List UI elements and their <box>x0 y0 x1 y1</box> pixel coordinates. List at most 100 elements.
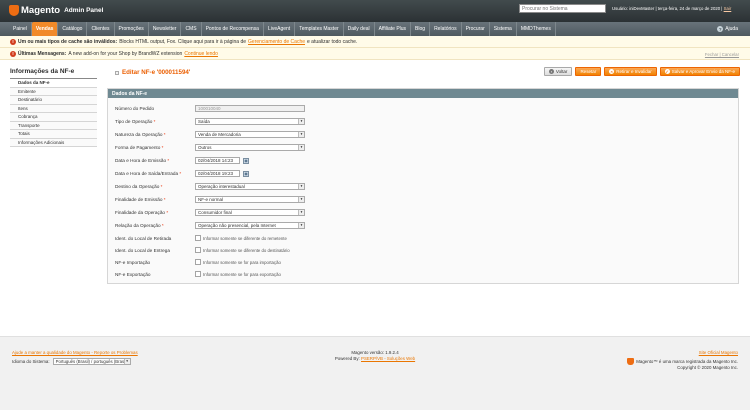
retirada-label: Ident. do Local de Retirada <box>115 235 172 241</box>
operation-type-value: Saída <box>198 119 210 124</box>
save-approve-button[interactable]: ✓ Salvar e Aprovar Envio da NF-e <box>659 67 740 76</box>
chevron-down-icon: ▾ <box>300 210 303 214</box>
operation-type-select[interactable]: Saída ▾ <box>195 118 305 125</box>
nav-item-vendas[interactable]: Vendas <box>31 22 59 36</box>
nav-item-mmdthemes[interactable]: MMDThemes <box>517 22 556 36</box>
message-actions[interactable]: Fechar | Cancelar <box>705 52 739 57</box>
tipo-label-text: Tipo de Operação <box>115 119 153 124</box>
logo-text: Magento <box>21 5 61 16</box>
nav-item-promocoes[interactable]: Promoções <box>115 22 149 36</box>
tipo-label: Tipo de Operação * <box>115 119 156 124</box>
calendar-icon[interactable]: ▦ <box>243 157 249 164</box>
nav-item-newsletter[interactable]: Newsletter <box>149 22 182 36</box>
invalidate-label: Retirar e Invalidar <box>616 69 652 74</box>
nav-item-blog[interactable]: Blog <box>411 22 431 36</box>
sidebar-item-totais[interactable]: Totais <box>10 130 97 139</box>
official-site-link[interactable]: Site Oficial Magento <box>699 350 738 355</box>
footer-right: Site Oficial Magento Magento™ é uma marc… <box>627 350 738 371</box>
nav-item-affiliate[interactable]: Affiliate Plus <box>375 22 412 36</box>
saida-label: Data e Hora de Saída/Entrada * <box>115 171 182 176</box>
calendar-icon[interactable]: ▦ <box>243 170 249 177</box>
continue-reading-link[interactable]: Continue lendo <box>184 51 218 57</box>
emissao-label: Data e Hora de Emissão * <box>115 158 170 163</box>
help-link[interactable]: ? Ajuda <box>717 26 738 32</box>
logout-link[interactable]: Sair <box>724 6 732 11</box>
finalidade-label-text: Finalidade de Emissão <box>115 197 163 202</box>
destino-label-text: Destino da Operação <box>115 184 160 189</box>
help-icon: ? <box>717 26 724 32</box>
nav-item-templates[interactable]: Templates Master <box>295 22 344 36</box>
sidebar-item-destinatario[interactable]: Destinatário <box>10 96 97 105</box>
reset-button[interactable]: Resetar <box>575 67 602 76</box>
row-saida: Data e Hora de Saída/Entrada * 02/04/201… <box>115 170 715 177</box>
trademark-line: Magento™ é uma marca registrada da Magen… <box>627 358 738 365</box>
operation-relation-select[interactable]: Operação não presencial, pela Internet ▾ <box>195 222 305 229</box>
latest-messages-title: Últimas Mensagens: <box>18 50 67 57</box>
cache-message: ! Um ou mais tipos de cache são inválido… <box>0 36 750 48</box>
row-relacao: Relação da Operação * Operação não prese… <box>115 222 715 229</box>
nav-item-procurar[interactable]: Procurar <box>462 22 490 36</box>
export-checkbox[interactable] <box>195 271 201 277</box>
relacao-label-text: Relação da Operação <box>115 223 161 228</box>
magento-logo-icon <box>627 358 635 365</box>
global-search-input[interactable] <box>519 4 606 13</box>
emissao-label-text: Data e Hora de Emissão <box>115 158 167 163</box>
nav-item-pontos[interactable]: Pontos de Recompensa <box>202 22 264 36</box>
nav-item-catalogo[interactable]: Catálogo <box>58 22 88 36</box>
row-importacao: NF-e Importação Informar somente se for … <box>115 259 715 265</box>
exit-date-input[interactable]: 02/04/2018 19:23 <box>195 170 240 177</box>
nfe-sidebar: Informações da NF-e Dados da NF-e Emiten… <box>10 68 97 147</box>
row-emissao: Data e Hora de Emissão * 02/04/2018 14:2… <box>115 157 715 164</box>
payment-form-select[interactable]: Outros ▾ <box>195 144 305 151</box>
nav-item-relatorios[interactable]: Relatórios <box>430 22 462 36</box>
header-bar: Magento Admin Panel Usuário: iniDevMaste… <box>0 0 750 22</box>
sidebar-item-dados[interactable]: Dados da NF-e <box>10 79 97 88</box>
latest-messages: ! Últimas Mensagens: A new add-on for yo… <box>0 48 750 60</box>
sidebar-item-emitente[interactable]: Emitente <box>10 87 97 96</box>
nav-item-painel[interactable]: Painel <box>9 22 32 36</box>
nav-item-sistema[interactable]: Sistema <box>490 22 517 36</box>
pickup-location-checkbox[interactable] <box>195 235 201 241</box>
back-icon: ‹ <box>548 69 554 74</box>
back-button[interactable]: ‹ Voltar <box>543 67 573 76</box>
delete-icon: × <box>609 69 615 74</box>
export-hint: Informar somente se for para exportação <box>203 271 281 277</box>
operation-nature-select[interactable]: Venda de Mercadoria ▾ <box>195 131 305 138</box>
emission-purpose-value: NF-e normal <box>198 197 224 202</box>
destination-value: Operação interestadual <box>198 184 245 189</box>
powered-by-link[interactable]: PSERP/VB - Soluções Web <box>361 356 415 361</box>
nav-item-dailydeal[interactable]: Daily deal <box>344 22 375 36</box>
cache-management-link[interactable]: Gerenciamento de Cache <box>248 39 305 45</box>
error-icon: ! <box>10 50 16 57</box>
operation-purpose-select[interactable]: Consumidor final ▾ <box>195 209 305 216</box>
reset-label: Resetar <box>580 69 597 74</box>
emission-purpose-select[interactable]: NF-e normal ▾ <box>195 196 305 203</box>
sidebar-item-informacoes[interactable]: Informações Adicionais <box>10 138 97 147</box>
sidebar-item-transporte[interactable]: Transporte <box>10 121 97 130</box>
invalidate-button[interactable]: × Retirar e Invalidar <box>604 67 657 76</box>
chevron-down-icon: ▾ <box>300 119 303 123</box>
nav-item-liveagent[interactable]: LiveAgent <box>264 22 296 36</box>
nav-item-clientes[interactable]: Clientes <box>87 22 115 36</box>
destination-select[interactable]: Operação interestadual ▾ <box>195 183 305 190</box>
help-label: Ajuda <box>725 26 738 32</box>
row-final: Finalidade da Operação * Consumidor fina… <box>115 209 715 216</box>
action-buttons: ‹ Voltar Resetar × Retirar e Invalidar ✓ Sa… <box>543 67 740 76</box>
magento-logo[interactable]: Magento Admin Panel <box>9 5 103 16</box>
main-nav: Painel Vendas Catálogo Clientes Promoçõe… <box>0 22 750 36</box>
pagamento-label-text: Forma de Pagamento <box>115 145 161 150</box>
sidebar-item-cobranca[interactable]: Cobrança <box>10 113 97 122</box>
chevron-down-icon: ▾ <box>300 197 303 201</box>
entrega-label: Ident. do Local de Entrega <box>115 247 170 253</box>
import-checkbox[interactable] <box>195 259 201 265</box>
emission-date-input[interactable]: 02/04/2018 14:23 <box>195 157 240 164</box>
save-icon: ✓ <box>664 69 670 74</box>
importacao-label: NF-e Importação <box>115 259 151 265</box>
page-title-text: Editar NF-e '000011594' <box>122 69 191 76</box>
nav-item-cms[interactable]: CMS <box>181 22 202 36</box>
sidebar-item-itens[interactable]: Itens <box>10 104 97 113</box>
delivery-location-checkbox[interactable] <box>195 247 201 253</box>
chevron-down-icon: ▾ <box>300 184 303 188</box>
row-retirada: Ident. do Local de Retirada Informar som… <box>115 235 715 241</box>
row-pagamento: Forma de Pagamento * Outros ▾ <box>115 144 715 151</box>
